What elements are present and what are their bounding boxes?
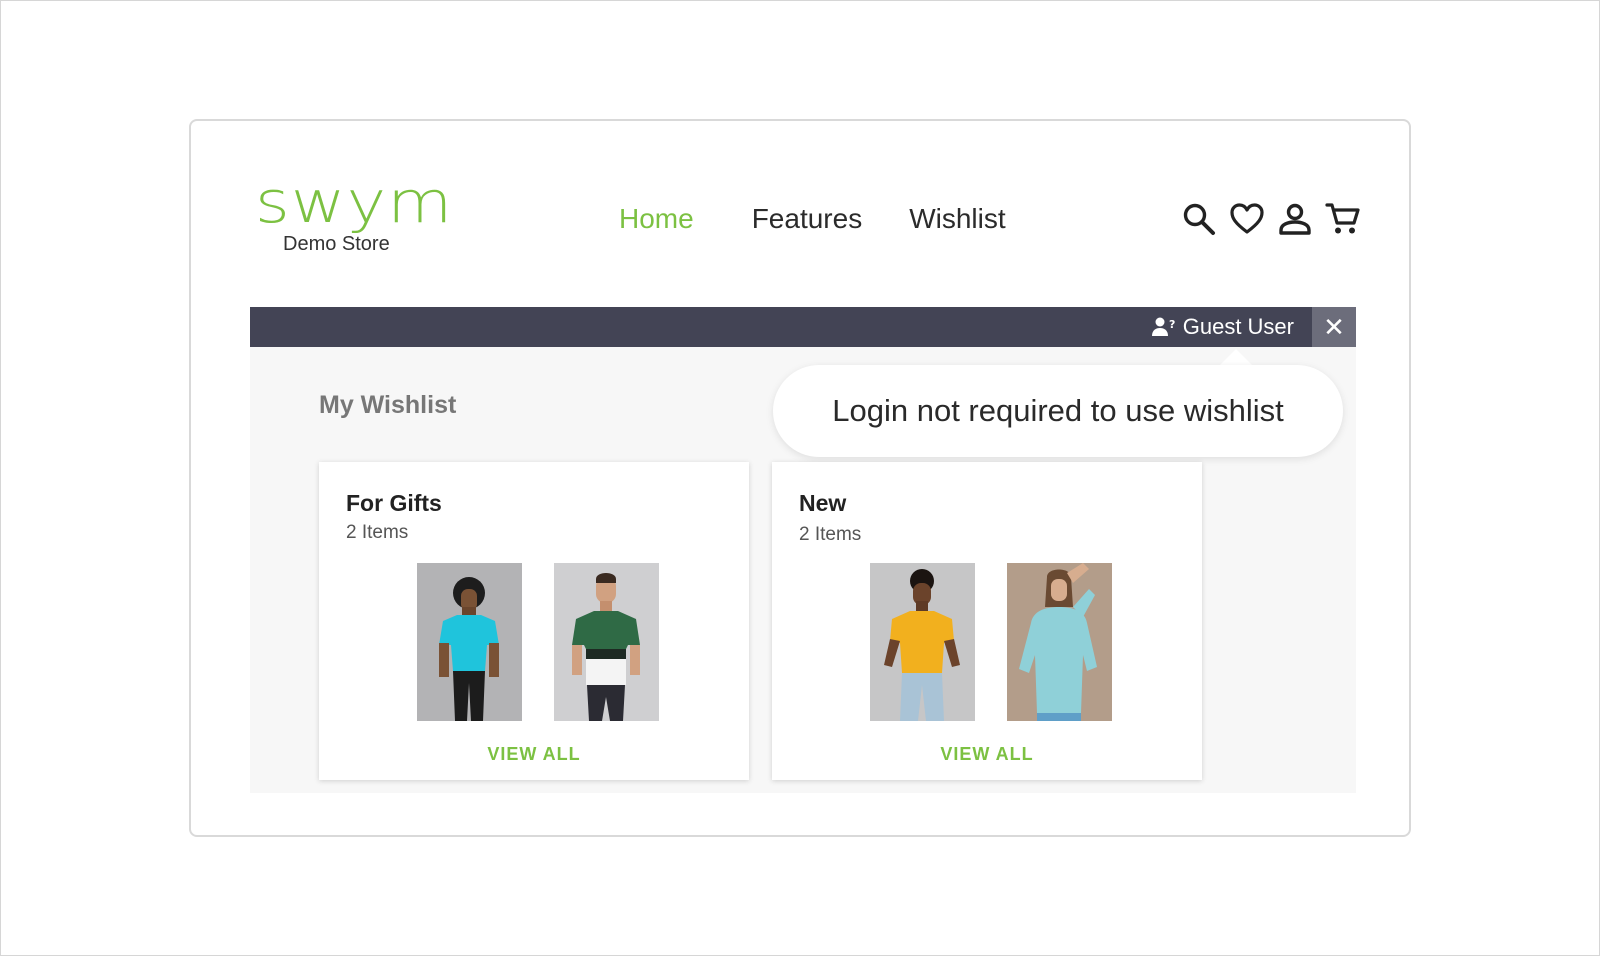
product-thumbnails [417,563,691,721]
wishlist-card-for-gifts[interactable]: For Gifts 2 Items VIEW ALL [319,462,749,780]
guest-user-icon: ? [1151,316,1177,338]
wishlist-panel: My Wishlist Login not required to use wi… [250,347,1356,793]
main-nav: Home Features Wishlist [619,203,1006,235]
nav-wishlist[interactable]: Wishlist [909,203,1005,235]
store-window: swym Demo Store Home Features Wishlist ?… [189,119,1411,837]
wishlist-card-count: 2 Items [799,524,862,545]
nav-home[interactable]: Home [619,203,694,235]
header-icons [1181,201,1373,237]
nav-features[interactable]: Features [752,203,863,235]
cart-icon[interactable] [1325,201,1361,237]
store-logo[interactable]: swym Demo Store [255,173,452,256]
wishlist-card-name: For Gifts [346,490,442,516]
product-thumbnail[interactable] [417,563,522,721]
svg-text:?: ? [1169,318,1175,331]
product-thumbnails [870,563,1144,721]
login-tooltip: Login not required to use wishlist [773,365,1343,457]
product-thumbnail[interactable] [554,563,659,721]
search-icon[interactable] [1181,201,1217,237]
guest-user-label: Guest User [1182,314,1294,339]
tooltip-arrow [1219,349,1253,366]
wishlist-card-name: New [799,490,847,516]
wishlist-card-count: 2 Items [346,522,409,543]
logo-subtitle: Demo Store [283,233,390,255]
product-thumbnail[interactable] [870,563,975,721]
wishlist-card-new[interactable]: New 2 Items VIEW ALL [772,462,1202,780]
view-all-button[interactable]: VIEW ALL [772,744,1202,765]
heart-icon[interactable] [1229,201,1265,237]
close-button[interactable]: ✕ [1312,307,1356,347]
wishlist-title: My Wishlist [319,391,457,419]
logo-wordmark: swym [255,168,454,236]
product-thumbnail[interactable] [1007,563,1112,721]
user-icon[interactable] [1277,201,1313,237]
guest-user-button[interactable]: ? Guest User [1151,307,1294,347]
guest-bar: ? Guest User ✕ [250,307,1356,347]
view-all-button[interactable]: VIEW ALL [319,744,749,765]
